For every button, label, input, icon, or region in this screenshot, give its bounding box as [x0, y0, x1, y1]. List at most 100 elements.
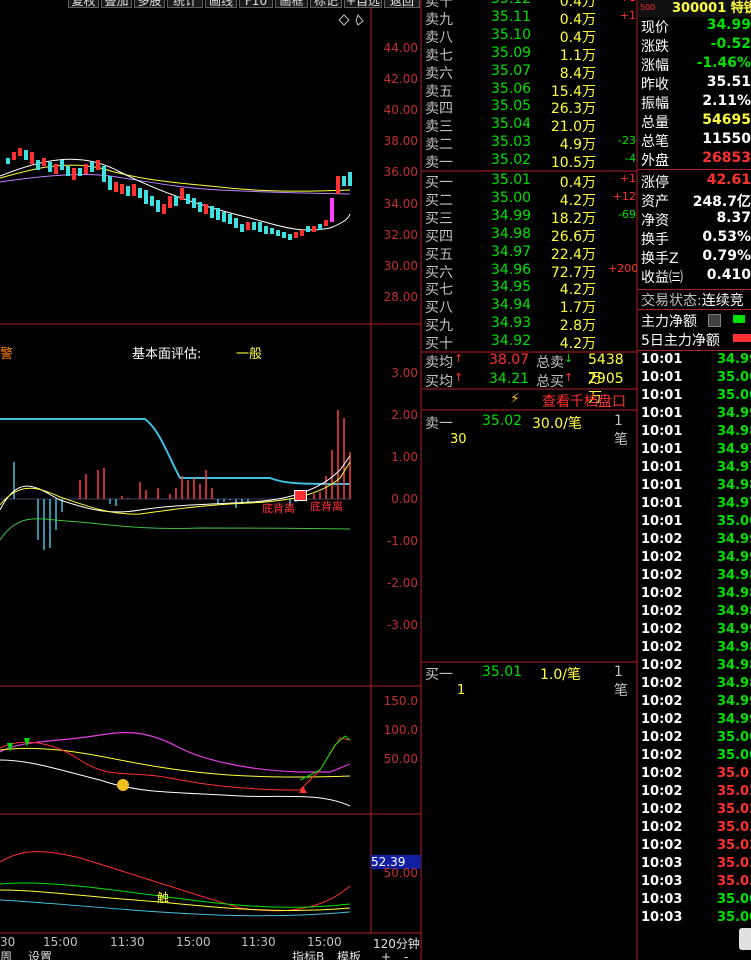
bid-level-row[interactable]: 买二 35.00 4.2万 +12 [424, 190, 636, 209]
divergence-label-1: 底背离 [262, 502, 295, 515]
table-icon[interactable] [708, 314, 721, 327]
ask-level-row[interactable]: 卖九 35.11 0.4万 +1 [424, 9, 636, 28]
bid-level-row[interactable]: 买六 34.96 72.7万 +200 [424, 262, 638, 281]
price-tick: 32.00 [383, 228, 418, 242]
warning-label: 警 [0, 347, 14, 362]
tick-price: 34.98 [717, 658, 751, 673]
toolbar-statistics[interactable]: 统计 [167, 0, 203, 8]
tick-price: 35.00 [717, 892, 751, 907]
tab-settings[interactable]: 设置 [28, 951, 52, 960]
ask-level-row[interactable]: 卖七 35.09 1.1万 [424, 45, 636, 64]
tick-row: 10:02 35.00 [640, 748, 751, 766]
quote-row: 资产 248.7亿 [640, 191, 751, 210]
touch-label: 触 [157, 891, 170, 905]
bid-level-row[interactable]: 买四 34.98 26.6万 [424, 226, 636, 245]
quote-row: 现价 34.99 [640, 17, 751, 36]
indicator-green-line [0, 518, 351, 541]
candlestick [42, 158, 46, 166]
tick-time: 10:02 [641, 676, 683, 691]
toolbar-back[interactable]: 返回 [384, 0, 420, 8]
toolbar-overlay[interactable]: 叠加 [101, 0, 132, 8]
tick-row: 10:03 35.00 [640, 892, 751, 910]
ask-level-row[interactable]: 卖二 35.03 4.9万 -23 [424, 134, 636, 153]
ask-level-row[interactable]: 卖一 35.02 10.5万 -4 [424, 152, 636, 171]
candlestick [228, 214, 232, 224]
tab-template[interactable]: 模板 [337, 951, 361, 960]
candlestick [18, 148, 22, 156]
period-selector[interactable]: 120分钟 [373, 935, 420, 952]
quote-value: 34.99 [706, 17, 751, 33]
tick-time: 10:02 [641, 730, 683, 745]
ask-level-row[interactable]: 卖五 35.06 15.4万 [424, 81, 636, 100]
bid-level-volume: 4.2万 [559, 336, 596, 353]
tick-time: 10:02 [641, 658, 683, 673]
bid-avg-price: 34.21 [489, 371, 530, 387]
candlestick [24, 150, 28, 160]
quote-label: 换手 [641, 232, 669, 248]
view-depth-link[interactable]: 查看千档盘口 [542, 391, 626, 411]
bid-level-row[interactable]: 买三 34.99 18.2万 -69 [424, 208, 636, 227]
toolbar-f10[interactable]: F10 [239, 0, 273, 8]
chart-panel[interactable]: 复权 叠加 多股 统计 画线 F10 画框 标记 +自选 返回 44.00 42… [0, 0, 422, 960]
tick-time: 10:02 [641, 568, 683, 583]
toolbar-restore-rights[interactable]: 复权 [68, 0, 99, 8]
ask-level-change: -23 [618, 134, 636, 148]
kline-chart-svg[interactable] [0, 0, 422, 960]
quote-label: 昨收 [641, 77, 669, 93]
quote-value: 0.410 [706, 267, 751, 283]
ask-level-row[interactable]: 卖六 35.07 8.4万 [424, 63, 636, 82]
quote-value: 2.11% [702, 93, 751, 109]
toolbar-draw-box[interactable]: 画框 [275, 0, 308, 8]
up-arrow-icon: ↑ [564, 371, 574, 384]
bid-level-row[interactable]: 买十 34.92 4.2万 [424, 333, 636, 353]
zoom-in-button[interactable]: + [381, 951, 391, 960]
candlestick [186, 194, 190, 204]
ask-level-row[interactable]: 卖八 35.10 0.4万 [424, 27, 636, 46]
ma-line-yellow [0, 164, 351, 192]
candlestick [114, 182, 118, 192]
tick-time: 10:02 [641, 550, 683, 565]
ask-level-row[interactable]: 卖十35.120.4万+1 [424, 0, 636, 10]
bid-avg-label: 买均 [425, 374, 453, 390]
bid-level-row[interactable]: 买五 34.97 22.4万 [424, 244, 636, 263]
toolbar: 复权 叠加 多股 统计 画线 F10 画框 标记 +自选 返回 [0, 0, 422, 9]
tick-price: 34.99 [717, 532, 751, 547]
candlestick [210, 206, 214, 218]
quote-value: -0.52 [710, 36, 751, 52]
bid-level-row[interactable]: 买八 34.94 1.7万 [424, 297, 636, 316]
tab-week[interactable]: 周 [0, 951, 12, 960]
candlestick [162, 204, 166, 214]
candlestick [66, 166, 70, 176]
toolbar-multi-stock[interactable]: 多股 [134, 0, 165, 8]
candlestick [108, 176, 112, 190]
ask-level-row[interactable]: 卖三 35.04 21.0万 [424, 116, 636, 135]
toolbar-add-watchlist[interactable]: +自选 [344, 0, 382, 8]
bid-level-row[interactable]: 买九 34.93 2.8万 [424, 315, 636, 334]
tick-row: 10:02 34.99 [640, 532, 751, 550]
bid-level-row[interactable]: 买七 34.95 4.2万 [424, 279, 636, 298]
toolbar-mark[interactable]: 标记 [310, 0, 342, 8]
zoom-out-button[interactable]: - [404, 951, 408, 960]
indicator-tick: -3.00 [386, 618, 418, 632]
tick-price: 34.99 [717, 622, 751, 637]
bottom-tabbar: 周 设置 指标B 模板 + - [0, 951, 422, 960]
tick-row: 10:01 34.97 [640, 460, 751, 478]
tab-indicator[interactable]: 指标B [292, 951, 324, 960]
fundamental-value: 一般 [236, 347, 263, 362]
tick-time: 10:03 [641, 856, 683, 871]
scroll-handle[interactable] [739, 928, 751, 950]
ma-line-white [0, 158, 351, 231]
candlestick [138, 188, 142, 198]
bid1-detail-volume: 1.0/笔 [540, 667, 581, 683]
tick-price: 35.00 [717, 370, 751, 385]
tick-time: 10:02 [641, 622, 683, 637]
tick-price: 34.98 [717, 640, 751, 655]
tick-price: 35.00 [717, 748, 751, 763]
bid-level-change: +1 [619, 172, 636, 185]
ask-level-row[interactable]: 卖四 35.05 26.3万 [424, 98, 636, 117]
toolbar-draw-line[interactable]: 画线 [205, 0, 237, 8]
tick-price: 35.02 [717, 838, 751, 853]
candlestick [132, 184, 136, 196]
bid1-detail-label: 买一 [425, 667, 453, 683]
bid-level-row[interactable]: 买一 35.01 0.4万 +1 [424, 172, 636, 191]
